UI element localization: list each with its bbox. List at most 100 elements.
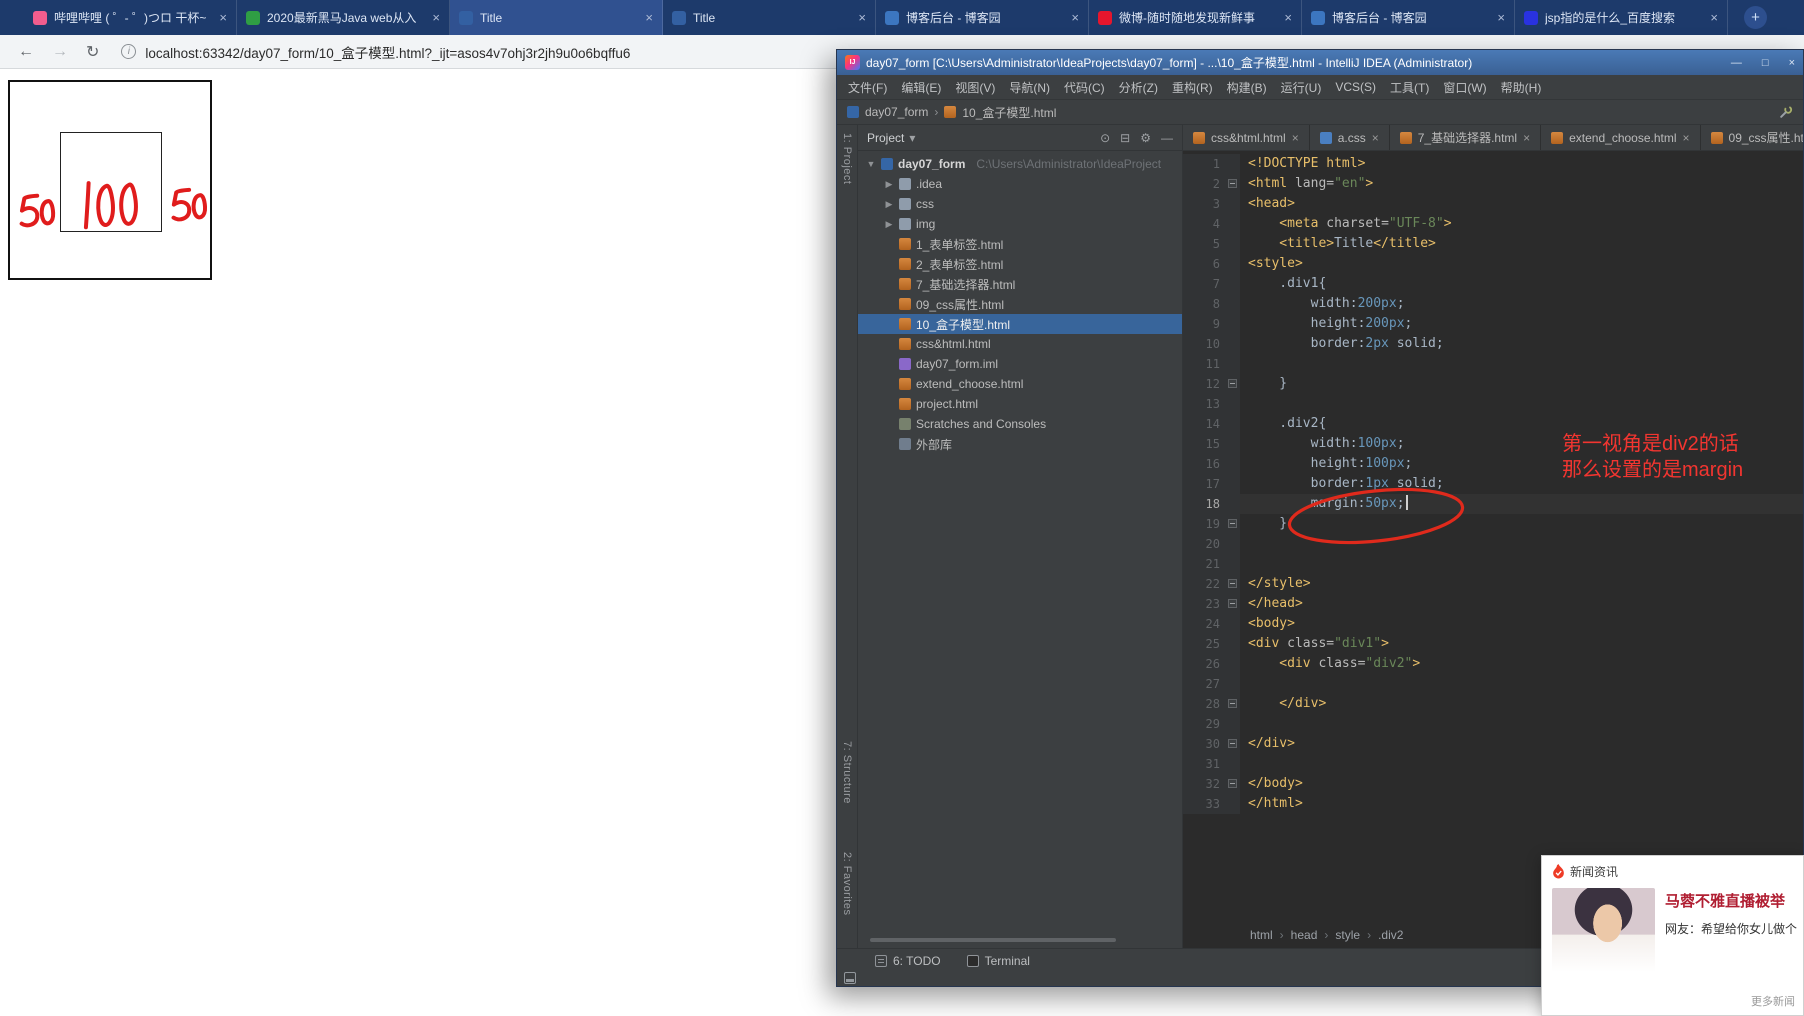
toolwindow-toggle-icon[interactable] (844, 972, 856, 984)
code-line[interactable]: 4 <meta charset="UTF-8"> (1183, 214, 1803, 234)
browser-tab[interactable]: 博客后台 - 博客园× (1302, 0, 1515, 35)
code-line[interactable]: 9 height:200px; (1183, 314, 1803, 334)
tree-item[interactable]: ▶css (858, 194, 1182, 214)
code-editor[interactable]: 1<!DOCTYPE html>2<html lang="en">3<head>… (1183, 152, 1803, 948)
fold-icon[interactable] (1228, 699, 1237, 708)
browser-tab[interactable]: jsp指的是什么_百度搜索× (1515, 0, 1728, 35)
tree-item[interactable]: 1_表单标签.html (858, 234, 1182, 254)
menu-item[interactable]: 文件(F) (841, 79, 894, 96)
code-line[interactable]: 8 width:200px; (1183, 294, 1803, 314)
tab-close-icon[interactable]: × (1284, 10, 1292, 25)
tree-item[interactable]: extend_choose.html (858, 374, 1182, 394)
collapse-all-icon[interactable]: ⊟ (1120, 131, 1130, 145)
menu-item[interactable]: 重构(R) (1165, 79, 1220, 96)
menu-item[interactable]: 帮助(H) (1494, 79, 1549, 96)
code-line[interactable]: 30</div> (1183, 734, 1803, 754)
menu-item[interactable]: 窗口(W) (1436, 79, 1493, 96)
close-button[interactable]: × (1789, 57, 1795, 69)
tab-close-icon[interactable]: × (645, 10, 653, 25)
code-line[interactable]: 3<head> (1183, 194, 1803, 214)
menu-item[interactable]: 工具(T) (1383, 79, 1436, 96)
code-line[interactable]: 25<div class="div1"> (1183, 634, 1803, 654)
fold-icon[interactable] (1228, 179, 1237, 188)
breadcrumb-item[interactable]: style (1335, 928, 1360, 942)
code-line[interactable]: 28 </div> (1183, 694, 1803, 714)
menu-item[interactable]: 导航(N) (1002, 79, 1057, 96)
expand-arrow-icon[interactable]: ▶ (884, 199, 894, 210)
tab-close-icon[interactable]: × (858, 10, 866, 25)
code-line[interactable]: 12 } (1183, 374, 1803, 394)
stripe-favorites-button[interactable]: 2: Favorites (841, 852, 853, 915)
wrench-icon[interactable] (1779, 105, 1793, 119)
menu-item[interactable]: 编辑(E) (894, 79, 948, 96)
browser-tab[interactable]: 微博-随时随地发现新鲜事× (1089, 0, 1302, 35)
code-line[interactable]: 21 (1183, 554, 1803, 574)
code-line[interactable]: 6<style> (1183, 254, 1803, 274)
code-line[interactable]: 2<html lang="en"> (1183, 174, 1803, 194)
news-popup[interactable]: 新闻资讯 马蓉不雅直播被举 网友：希望给你女儿做个 更多新闻 (1541, 855, 1804, 1016)
browser-tab[interactable]: Title× (450, 0, 663, 35)
code-line[interactable]: 22</style> (1183, 574, 1803, 594)
news-thumbnail[interactable] (1552, 888, 1655, 972)
editor-tab[interactable]: css&html.html× (1183, 125, 1310, 150)
stripe-structure-button[interactable]: 7: Structure (841, 741, 853, 804)
breadcrumb-item[interactable]: .div2 (1378, 928, 1403, 942)
stripe-project-button[interactable]: 1: Project (841, 133, 853, 184)
dropdown-caret-icon[interactable]: ▾ (909, 131, 915, 145)
todo-button[interactable]: 6: TODO (875, 954, 941, 968)
tree-item[interactable]: 09_css属性.html (858, 294, 1182, 314)
menu-item[interactable]: 运行(U) (1274, 79, 1329, 96)
forward-button[interactable]: → (52, 43, 68, 61)
tree-item[interactable]: ▶.idea (858, 174, 1182, 194)
code-line[interactable]: 33</html> (1183, 794, 1803, 814)
menu-item[interactable]: 视图(V) (948, 79, 1002, 96)
browser-tab[interactable]: 2020最新黑马Java web从入× (237, 0, 450, 35)
site-info-icon[interactable]: i (121, 44, 136, 59)
locate-file-icon[interactable]: ⊙ (1100, 131, 1110, 145)
menu-item[interactable]: 代码(C) (1057, 79, 1112, 96)
idea-title-bar[interactable]: IJ day07_form [C:\Users\Administrator\Id… (837, 50, 1803, 75)
maximize-button[interactable]: □ (1762, 57, 1769, 69)
tree-item[interactable]: 7_基础选择器.html (858, 274, 1182, 294)
code-line[interactable]: 1<!DOCTYPE html> (1183, 154, 1803, 174)
tree-item[interactable]: day07_form.iml (858, 354, 1182, 374)
code-line[interactable]: 26 <div class="div2"> (1183, 654, 1803, 674)
code-line[interactable]: 27 (1183, 674, 1803, 694)
new-tab-button[interactable]: + (1744, 6, 1767, 29)
code-line[interactable]: 13 (1183, 394, 1803, 414)
terminal-button[interactable]: Terminal (967, 954, 1030, 968)
browser-tab[interactable]: 博客后台 - 博客园× (876, 0, 1089, 35)
breadcrumb-project[interactable]: day07_form (865, 105, 928, 119)
panel-settings-icon[interactable]: ⚙ (1140, 131, 1151, 145)
code-line[interactable]: 18 margin:50px; (1183, 494, 1803, 514)
hide-panel-icon[interactable]: — (1161, 131, 1173, 145)
code-line[interactable]: 20 (1183, 534, 1803, 554)
fold-icon[interactable] (1228, 599, 1237, 608)
code-line[interactable]: 7 .div1{ (1183, 274, 1803, 294)
tree-item[interactable]: 外部库 (858, 434, 1182, 454)
menu-item[interactable]: VCS(S) (1328, 80, 1383, 94)
fold-icon[interactable] (1228, 579, 1237, 588)
tree-item[interactable]: 2_表单标签.html (858, 254, 1182, 274)
expand-arrow-icon[interactable]: ▶ (884, 219, 894, 230)
code-line[interactable]: 11 (1183, 354, 1803, 374)
browser-tab[interactable]: 哔哩哔哩 ( ゜- ゜)つロ 干杯~× (24, 0, 237, 35)
code-line[interactable]: 32</body> (1183, 774, 1803, 794)
code-line[interactable]: 5 <title>Title</title> (1183, 234, 1803, 254)
editor-tab[interactable]: 7_基础选择器.html× (1390, 125, 1541, 150)
code-line[interactable]: 31 (1183, 754, 1803, 774)
code-line[interactable]: 10 border:2px solid; (1183, 334, 1803, 354)
tab-close-icon[interactable]: × (1292, 131, 1299, 145)
more-news-link[interactable]: 更多新闻 (1751, 993, 1795, 1009)
menu-item[interactable]: 构建(B) (1220, 79, 1274, 96)
code-line[interactable]: 19 } (1183, 514, 1803, 534)
tab-close-icon[interactable]: × (1710, 10, 1718, 25)
tab-close-icon[interactable]: × (1523, 131, 1530, 145)
tab-close-icon[interactable]: × (1372, 131, 1379, 145)
code-line[interactable]: 23</head> (1183, 594, 1803, 614)
tree-item[interactable]: project.html (858, 394, 1182, 414)
menu-item[interactable]: 分析(Z) (1112, 79, 1165, 96)
expand-arrow-icon[interactable]: ▶ (884, 179, 894, 190)
tree-item[interactable]: 10_盒子模型.html (858, 314, 1182, 334)
tree-item[interactable]: Scratches and Consoles (858, 414, 1182, 434)
